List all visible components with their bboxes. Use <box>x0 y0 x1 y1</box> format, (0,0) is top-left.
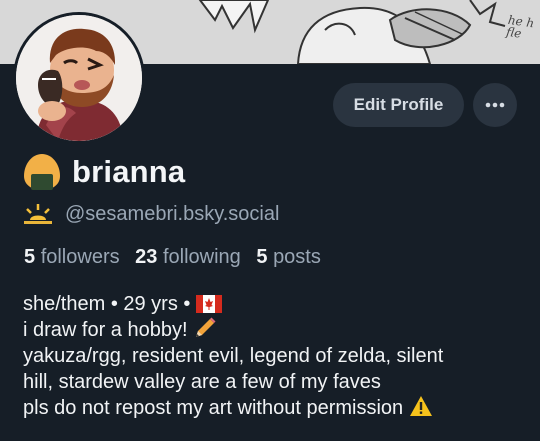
profile-bio: she/them • 29 yrs • i draw for a hobby! … <box>23 291 528 421</box>
avatar[interactable] <box>13 12 145 144</box>
following-link[interactable]: 23 following <box>135 246 241 268</box>
bio-line: yakuza/rgg, resident evil, legend of zel… <box>23 345 444 367</box>
bio-text: i draw for a hobby! <box>23 319 188 341</box>
followers-count: 5 <box>24 246 36 268</box>
pencil-icon <box>196 317 216 337</box>
profile-stats: 5 followers 23 following 5 posts <box>24 246 331 269</box>
edit-profile-button[interactable]: Edit Profile <box>333 83 464 127</box>
bio-line: i draw for a hobby! <box>23 317 528 343</box>
handle-row: @sesamebri.bsky.social <box>22 200 279 228</box>
bio-text: pls do not repost my art without permiss… <box>23 397 404 419</box>
posts-count: 5 <box>256 246 268 268</box>
following-count: 23 <box>135 246 158 268</box>
rice-ball-icon <box>24 154 60 190</box>
followers-label: followers <box>40 246 120 268</box>
handle[interactable]: @sesamebri.bsky.social <box>65 203 279 226</box>
followers-link[interactable]: 5 followers <box>24 246 120 268</box>
posts-link[interactable]: 5 posts <box>256 246 321 268</box>
bio-line: hill, stardew valley are a few of my fav… <box>23 371 381 393</box>
sunrise-icon <box>24 204 52 224</box>
warning-icon <box>409 396 432 416</box>
display-name: brianna <box>72 154 186 189</box>
more-options-button[interactable] <box>473 83 517 127</box>
avatar-illustration <box>16 15 142 141</box>
posts-label: posts <box>273 246 321 268</box>
following-label: following <box>162 246 241 268</box>
bio-text: she/them • 29 yrs • <box>23 293 191 315</box>
bio-line: pls do not repost my art without permiss… <box>23 395 528 421</box>
display-name-row: brianna <box>22 152 185 192</box>
bio-line: she/them • 29 yrs • <box>23 291 528 317</box>
canada-flag-icon <box>195 295 222 313</box>
more-options-icon <box>485 102 505 108</box>
banner-handwriting: he h fle <box>505 12 536 41</box>
